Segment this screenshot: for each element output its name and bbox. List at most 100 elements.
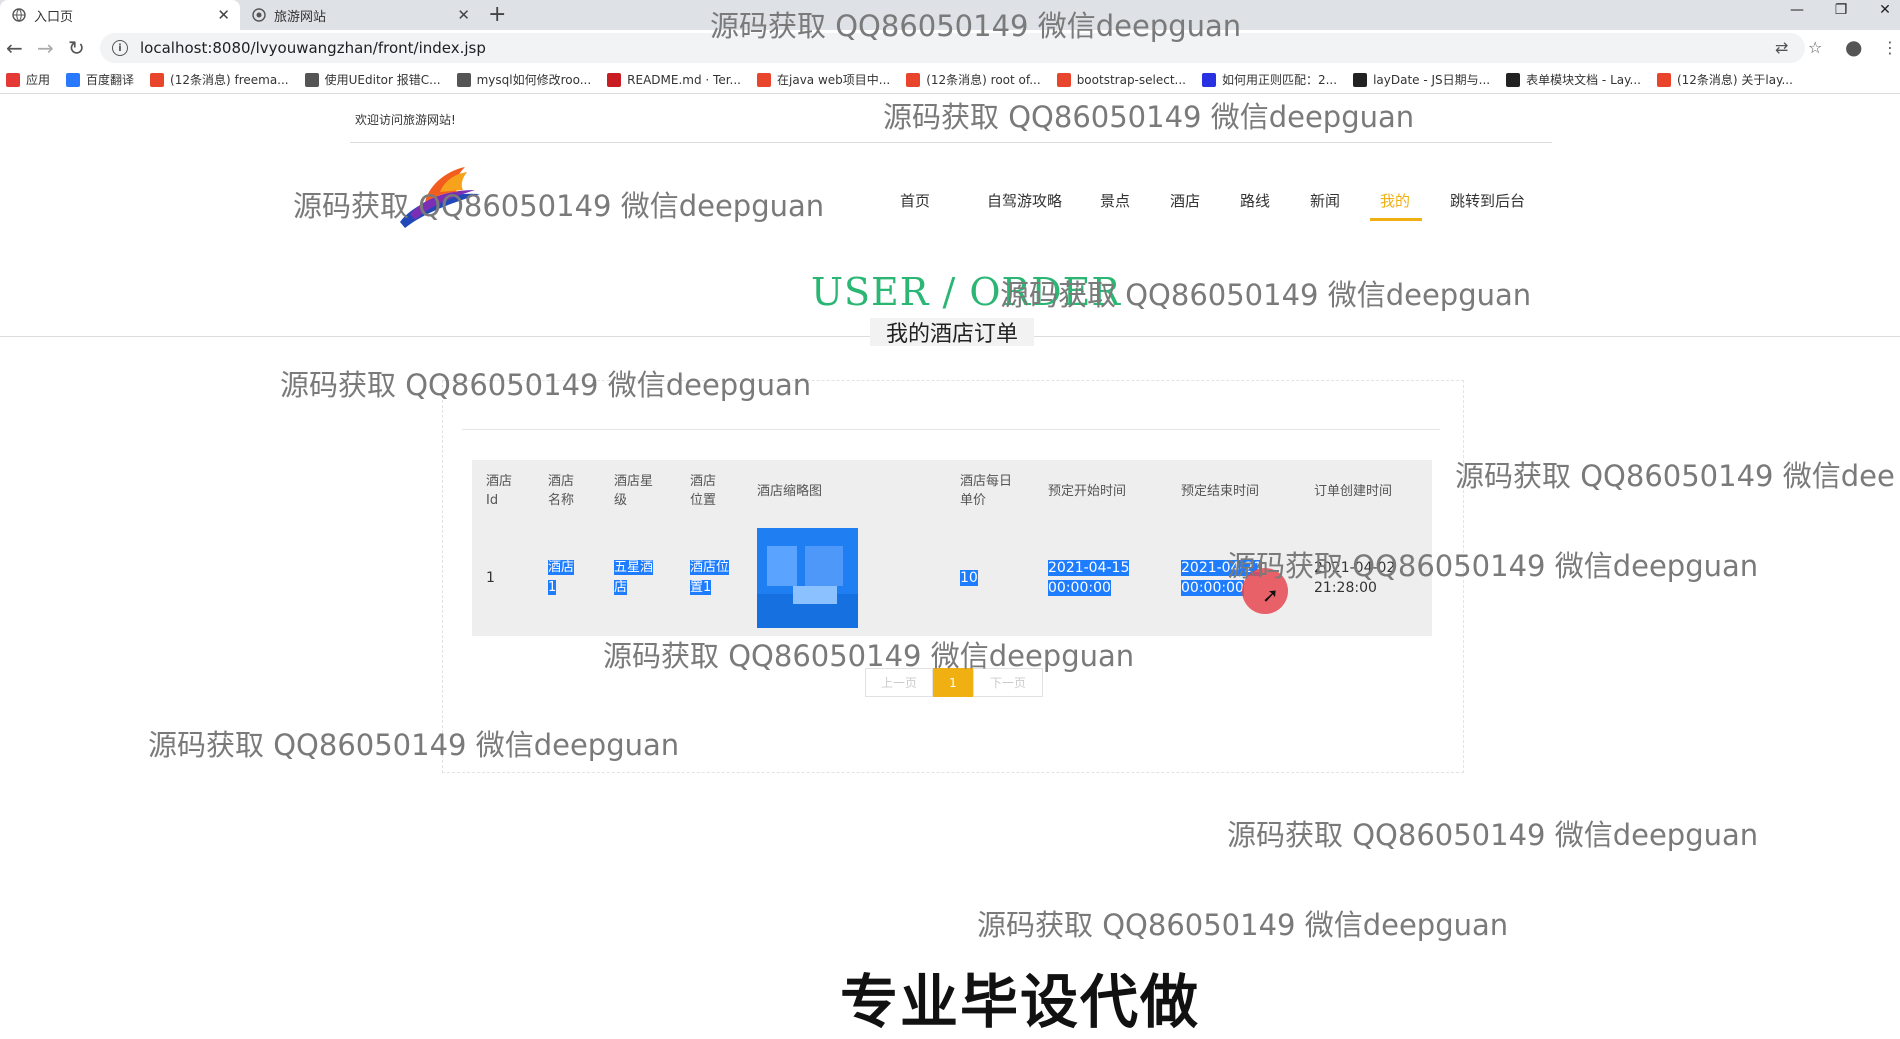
page-number-button[interactable]: 1 (933, 668, 973, 697)
col-header-hotel-id: 酒店Id (486, 474, 513, 508)
nav-item[interactable]: 首页 (900, 190, 930, 211)
bookmark-label: 表单模块文档 - Lay... (1526, 73, 1641, 87)
url-field[interactable]: i localhost:8080/lvyouwangzhan/front/ind… (100, 33, 1805, 63)
bookmark-label: 应用 (26, 73, 51, 87)
bookmark-item[interactable]: (12条消息) 关于lay... (1656, 71, 1793, 88)
bookmark-item[interactable]: bootstrap-select... (1056, 72, 1186, 87)
globe-icon (12, 8, 26, 22)
bookmark-label: 在java web项目中... (777, 73, 891, 87)
nav-item[interactable]: 酒店 (1170, 190, 1200, 211)
watermark-text: 源码获取 QQ86050149 微信deepguan (1227, 818, 1759, 852)
bookmark-item[interactable]: layDate - JS日期与... (1353, 71, 1490, 88)
star-icon[interactable]: ☆ (1808, 38, 1822, 57)
hotel-order-table: 酒店Id 酒店名称 酒店星级 酒店位置 酒店缩略图 酒店每日单价 预定开始时间 … (472, 460, 1432, 636)
col-header-created-time: 订单创建时间 (1314, 484, 1393, 499)
col-header-daily-price: 酒店每日单价 (960, 474, 1013, 508)
nav-item[interactable]: 自驾游攻略 (987, 190, 1062, 211)
hotel-room-thumbnail[interactable] (757, 528, 858, 628)
cell-hotel-name: 酒店1 (548, 558, 578, 598)
cell-hotel-location: 酒店位置1 (690, 558, 732, 598)
close-icon[interactable]: ✕ (457, 6, 470, 24)
cell-created-time: 2021-04-02 21:28:00 (1314, 560, 1396, 596)
bookmark-label: bootstrap-select... (1076, 72, 1186, 87)
gitee-icon (607, 72, 622, 87)
bookmark-label: (12条消息) root of... (926, 73, 1041, 87)
baidu-icon (1201, 72, 1216, 87)
back-icon[interactable]: ← (6, 36, 23, 60)
translate-icon[interactable]: ⇄ (1775, 38, 1788, 57)
cell-hotel-location-text: 酒店位置1 (690, 560, 730, 595)
col-header-end-time: 预定结束时间 (1181, 484, 1260, 499)
csdn-icon (906, 72, 921, 87)
bookmark-label: mysql如何修改roo... (476, 73, 592, 87)
window-close-icon[interactable]: ✕ (1870, 2, 1900, 18)
welcome-text: 欢迎访问旅游网站! (355, 113, 456, 127)
bookmark-item[interactable]: 应用 (6, 71, 50, 88)
csdn-icon (150, 72, 165, 87)
forward-icon[interactable]: → (37, 36, 54, 60)
csdn-icon (757, 72, 771, 87)
nav-item[interactable]: 我的 (1380, 190, 1410, 211)
watermark-text: 源码获取 QQ86050149 微信dee (1455, 459, 1895, 493)
address-bar-row: ← → ↻ i localhost:8080/lvyouwangzhan/fro… (0, 30, 1900, 66)
cell-hotel-star-text: 五星酒店 (614, 560, 654, 595)
tab-title: 入口页 (34, 9, 74, 25)
new-tab-button[interactable]: + (488, 2, 506, 27)
header-divider (350, 142, 1552, 143)
cell-start-time-text: 2021-04-15 00:00:00 (1048, 560, 1130, 596)
bookmark-label: layDate - JS日期与... (1373, 73, 1491, 87)
col-header-start-time: 预定开始时间 (1048, 484, 1127, 499)
tab-travel-site[interactable]: 旅游网站 ✕ (240, 0, 480, 30)
content-divider (462, 429, 1440, 430)
bookmark-item[interactable]: (12条消息) freema... (150, 71, 289, 88)
menu-kebab-icon[interactable]: ⋮ (1882, 38, 1898, 57)
cell-daily-price: 10 (960, 568, 978, 588)
promo-banner-text: 专业毕设代做 (840, 968, 1201, 1036)
page-icon (1056, 72, 1071, 87)
site-logo[interactable] (395, 162, 485, 232)
nav-item[interactable]: 景点 (1100, 190, 1130, 211)
bookmark-item[interactable]: README.md · Ter... (607, 72, 741, 87)
bookmark-item[interactable]: 使用UEditor 报错C... (304, 71, 441, 88)
nav-item[interactable]: 跳转到后台 (1450, 190, 1525, 211)
bookmark-label: 百度翻译 (86, 73, 135, 87)
close-icon[interactable]: ✕ (217, 6, 230, 24)
bookmark-item[interactable]: (12条消息) root of... (906, 71, 1041, 88)
cell-hotel-name-text: 酒店1 (548, 560, 575, 595)
prev-page-button[interactable]: 上一页 (865, 668, 933, 697)
watermark-text: 源码获取 QQ86050149 微信deepguan (293, 189, 825, 223)
bookmark-label: 如何用正则匹配：2... (1221, 73, 1338, 87)
cell-start-time: 2021-04-15 00:00:00 (1048, 558, 1140, 598)
site-info-icon[interactable]: i (112, 40, 128, 56)
bookmark-label: 使用UEditor 报错C... (324, 73, 441, 87)
next-page-button[interactable]: 下一页 (973, 668, 1043, 697)
bookmark-item[interactable]: 百度翻译 (66, 71, 134, 88)
bookmark-item[interactable]: 在java web项目中... (757, 71, 890, 88)
restore-icon[interactable]: ❐ (1826, 2, 1856, 18)
mouse-cursor-icon: ➚ (1262, 583, 1279, 607)
bookmark-item[interactable]: 表单模块文档 - Lay... (1506, 71, 1641, 88)
url-text: localhost:8080/lvyouwangzhan/front/index… (140, 39, 486, 57)
nav-item[interactable]: 路线 (1240, 190, 1270, 211)
cell-daily-price-text: 10 (960, 570, 978, 586)
col-header-hotel-star: 酒店星级 (614, 474, 654, 508)
account-icon[interactable]: ● (1845, 35, 1862, 59)
csdn-icon (1656, 72, 1671, 87)
section-title: USER / ORDER (811, 270, 1121, 314)
pagination: 上一页 1 下一页 (865, 668, 1043, 697)
reload-icon[interactable]: ↻ (68, 36, 85, 60)
col-header-hotel-name: 酒店名称 (548, 474, 575, 508)
nav-item[interactable]: 新闻 (1310, 190, 1340, 211)
section-subtitle: 我的酒店订单 (870, 318, 1034, 347)
tab-entry-page[interactable]: 入口页 ✕ (0, 0, 240, 30)
minimize-icon[interactable]: — (1782, 2, 1812, 18)
browser-tab-bar: 入口页 ✕ 旅游网站 ✕ + — ❐ ✕ (0, 0, 1900, 30)
cell-hotel-id: 1 (486, 570, 495, 586)
bookmark-item[interactable]: 如何用正则匹配：2... (1201, 71, 1338, 88)
page-icon (456, 72, 471, 87)
col-header-thumbnail: 酒店缩略图 (757, 484, 823, 499)
cell-hotel-star: 五星酒店 (614, 558, 664, 598)
bookmark-label: README.md · Ter... (627, 72, 741, 87)
bookmark-item[interactable]: mysql如何修改roo... (456, 71, 592, 88)
site-favicon-icon (252, 8, 266, 22)
